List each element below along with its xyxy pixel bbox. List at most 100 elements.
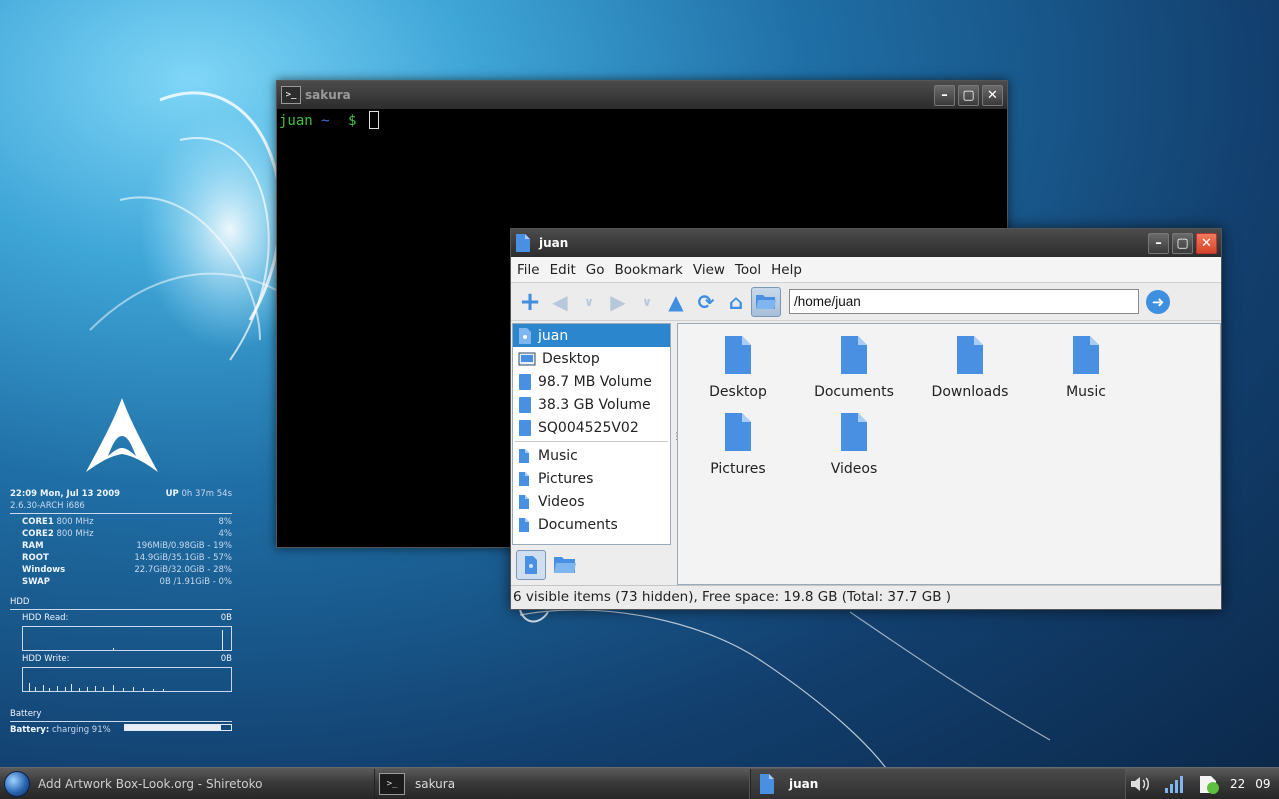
conky-header: 22:09 Mon, Jul 13 2009 UP 0h 37m 54s xyxy=(10,488,232,500)
battery-tray-icon[interactable] xyxy=(1196,772,1222,796)
file-manager-titlebar[interactable]: juan – ▢ ✕ xyxy=(511,229,1221,257)
conky-stat-row: CORE1 800 MHz 8% xyxy=(10,516,232,528)
maximize-button[interactable]: ▢ xyxy=(958,84,979,106)
stat-value: 0B /1.91GiB - 0% xyxy=(159,577,232,587)
close-button[interactable]: ✕ xyxy=(982,84,1003,106)
file-item-videos[interactable]: Videos xyxy=(799,411,909,477)
sidebar-place-juan[interactable]: juan xyxy=(513,324,670,347)
conky-stat-row: CORE2 800 MHz 4% xyxy=(10,528,232,540)
folder-icon xyxy=(1073,336,1099,374)
file-item-downloads[interactable]: Downloads xyxy=(915,334,1025,400)
sidebar-place-desktop[interactable]: Desktop xyxy=(513,347,670,370)
system-tray: 22 09 xyxy=(1128,771,1279,797)
forward-button[interactable]: ▶ xyxy=(603,287,633,317)
folder-open-icon xyxy=(756,294,776,309)
hdd-write-value: 0B xyxy=(220,654,232,664)
status-bar: 6 visible items (73 hidden), Free space:… xyxy=(511,585,1221,609)
file-item-documents[interactable]: Documents xyxy=(799,334,909,400)
prompt-sign: $ xyxy=(348,113,357,129)
close-button[interactable]: ✕ xyxy=(1196,232,1217,254)
sidebar-place-98-7-mb-volume[interactable]: 98.7 MB Volume xyxy=(513,370,670,393)
terminal-icon: >_ xyxy=(281,86,301,104)
back-button[interactable]: ◀ xyxy=(545,287,575,317)
sidebar-bookmark-documents[interactable]: Documents xyxy=(513,513,670,536)
sidebar-place-sq004525v02[interactable]: SQ004525V02 xyxy=(513,416,670,439)
menu-tool[interactable]: Tool xyxy=(735,262,761,278)
taskbar: Add Artwork Box-Look.org - Shiretoko >_ … xyxy=(0,767,1279,799)
conky-divider xyxy=(10,513,232,514)
stat-label: CORE1 xyxy=(22,517,54,527)
hdd-write-label: HDD Write: xyxy=(22,654,70,664)
stat-value: 8% xyxy=(218,517,233,527)
stat-label: SWAP xyxy=(22,577,50,587)
task-sakura[interactable]: >_ sakura xyxy=(374,769,750,799)
new-tab-button[interactable]: + xyxy=(515,287,545,317)
folder-icon xyxy=(519,494,529,509)
file-item-music[interactable]: Music xyxy=(1031,334,1141,400)
forward-history-button[interactable]: ∨ xyxy=(633,287,661,317)
sidebar-bookmark-videos[interactable]: Videos xyxy=(513,490,670,513)
open-folder-button[interactable] xyxy=(751,286,781,317)
battery-label: Battery: xyxy=(10,725,50,735)
conky-uptime-label: UP xyxy=(165,489,179,499)
reload-button[interactable]: ⟳ xyxy=(691,287,721,317)
menu-bookmark[interactable]: Bookmark xyxy=(614,262,682,278)
terminal-titlebar[interactable]: >_ sakura – ▢ ✕ xyxy=(277,81,1007,109)
menu-globe-icon[interactable] xyxy=(4,771,30,797)
conky-battery-title: Battery xyxy=(10,709,42,719)
menu-help[interactable]: Help xyxy=(771,262,802,278)
conky-battery-row: Battery: charging 91% xyxy=(10,724,232,736)
drive-icon xyxy=(519,373,531,390)
menu-bar: File Edit Go Bookmark View Tool Help xyxy=(511,257,1221,283)
directory-tree-tab[interactable] xyxy=(550,550,580,580)
stat-label: RAM xyxy=(22,541,44,551)
stat-label: Windows xyxy=(22,565,66,575)
network-signal-icon[interactable] xyxy=(1162,772,1188,796)
hdd-read-value: 0B xyxy=(220,613,232,623)
location-input[interactable] xyxy=(789,289,1139,314)
task-juan[interactable]: juan xyxy=(750,769,1126,799)
menu-view[interactable]: View xyxy=(693,262,725,278)
arch-linux-logo xyxy=(86,398,158,472)
sidebar-mode-tabs xyxy=(512,546,671,584)
menu-edit[interactable]: Edit xyxy=(550,262,576,278)
file-manager-main: juan Desktop 98.7 MB Volume 38.3 GB Volume S… xyxy=(511,322,1221,585)
folder-icon xyxy=(841,413,867,451)
taskbar-launcher-text[interactable]: Add Artwork Box-Look.org - Shiretoko xyxy=(38,777,262,791)
tray-clock-minute: 09 xyxy=(1255,777,1271,791)
battery-bar-fill xyxy=(125,725,222,730)
places-tab[interactable] xyxy=(516,550,546,580)
places-icon xyxy=(525,556,537,574)
file-manager-window[interactable]: juan – ▢ ✕ File Edit Go Bookmark View Tool Hel… xyxy=(510,228,1222,610)
minimize-button[interactable]: – xyxy=(1148,232,1169,254)
sidebar-bookmark-pictures[interactable]: Pictures xyxy=(513,467,670,490)
volume-icon[interactable] xyxy=(1128,772,1154,796)
file-item-label: Videos xyxy=(830,461,878,477)
sidebar-bookmark-music[interactable]: Music xyxy=(513,444,670,467)
conky-monitor: 22:09 Mon, Jul 13 2009 UP 0h 37m 54s 2.6… xyxy=(10,488,232,736)
sidebar-place-38-3-gb-volume[interactable]: 38.3 GB Volume xyxy=(513,393,670,416)
stat-value: 4% xyxy=(218,529,233,539)
home-button[interactable]: ⌂ xyxy=(721,287,751,317)
menu-file[interactable]: File xyxy=(517,262,540,278)
up-button[interactable]: ▲ xyxy=(661,287,691,317)
minimize-button[interactable]: – xyxy=(934,84,955,106)
stat-label: CORE2 xyxy=(22,529,54,539)
file-item-label: Desktop xyxy=(709,384,767,400)
conky-divider xyxy=(10,609,232,610)
maximize-button[interactable]: ▢ xyxy=(1172,232,1193,254)
menu-go[interactable]: Go xyxy=(586,262,605,278)
file-view[interactable]: Desktop Documents Downloads Music Pictures Vi… xyxy=(677,323,1221,585)
file-item-label: Pictures xyxy=(710,461,766,477)
terminal-output[interactable]: juan ~ $ xyxy=(277,109,1007,132)
home-folder-icon xyxy=(519,327,531,344)
stat-detail: 800 MHz xyxy=(56,517,94,527)
hdd-read-graph xyxy=(22,626,232,651)
file-manager-title: juan xyxy=(539,236,569,250)
terminal-icon: >_ xyxy=(379,773,405,795)
back-history-button[interactable]: ∨ xyxy=(575,287,603,317)
hdd-write-graph xyxy=(22,667,232,692)
go-button[interactable]: ➜ xyxy=(1146,289,1170,314)
file-item-pictures[interactable]: Pictures xyxy=(683,411,793,477)
file-item-desktop[interactable]: Desktop xyxy=(683,334,793,400)
